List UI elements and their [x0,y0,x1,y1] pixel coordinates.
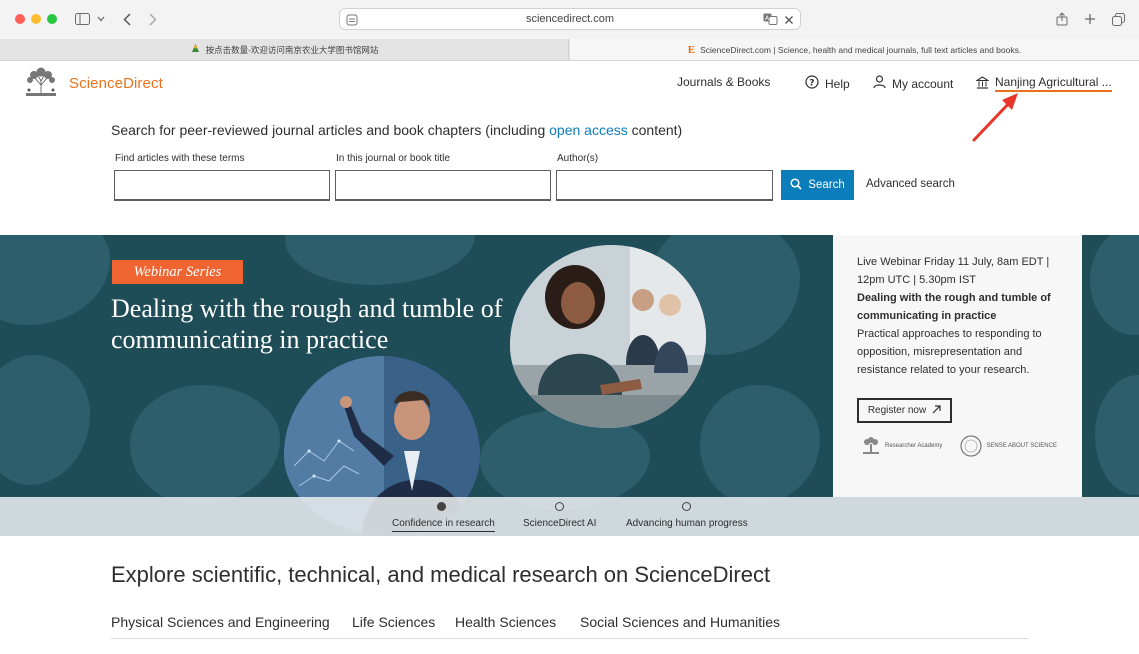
webinar-datetime: Live Webinar Friday 11 July, 8am EDT | 1… [857,256,1050,286]
background-blob [1095,375,1139,495]
subject-social-sciences[interactable]: Social Sciences and Humanities [580,614,780,630]
translate-icon[interactable]: A [763,12,778,30]
tab-label: ScienceDirect.com | Science, health and … [700,44,1022,55]
subject-area-tabs: Physical Sciences and Engineering Life S… [111,613,1029,639]
annotation-arrow [972,93,1018,142]
journal-field-label: In this journal or book title [336,153,450,164]
register-now-button[interactable]: Register now [857,398,952,423]
background-blob [130,385,280,505]
journal-input[interactable] [335,170,551,201]
browser-toolbar: sciencedirect.com A [0,0,1139,39]
close-window-button[interactable] [15,14,25,24]
partner-logos: Researcher Academy SENSE ABOUT SCIENCE [861,435,1057,457]
svg-text:?: ? [809,78,814,88]
tab-bar: 按点击数量-欢迎访问南京农业大学图书馆网站 E ScienceDirect.co… [0,39,1139,61]
external-link-icon [932,404,941,417]
meeting-photo [510,245,706,428]
researcher-academy-logo: Researcher Academy [861,437,942,455]
subject-life-sciences[interactable]: Life Sciences [352,614,435,630]
background-blob [285,235,475,285]
help-icon: ? [805,75,819,92]
subject-physical-sciences[interactable]: Physical Sciences and Engineering [111,614,330,630]
minimize-window-button[interactable] [31,14,41,24]
webinar-info-text: Live Webinar Friday 11 July, 8am EDT | 1… [857,253,1062,379]
search-icon [790,177,802,193]
person-icon [873,75,886,92]
nav-journals-books[interactable]: Journals & Books [677,75,770,89]
webinar-info-panel: Live Webinar Friday 11 July, 8am EDT | 1… [833,235,1082,497]
nav-label: Journals & Books [677,75,771,89]
register-label: Register now [867,405,927,416]
search-button-label: Search [808,179,845,191]
background-blob [0,235,110,325]
share-icon[interactable] [1054,8,1070,30]
search-heading-text: Search for peer-reviewed journal article… [111,122,550,138]
banner-carousel-nav: Confidence in research ScienceDirect AI … [0,497,1139,536]
sciencedirect-logo-text[interactable]: ScienceDirect [69,75,163,92]
subject-health-sciences[interactable]: Health Sciences [455,614,556,630]
chevron-down-icon[interactable] [95,8,107,30]
url-text: sciencedirect.com [525,13,615,25]
library-favicon-icon [190,43,201,56]
carousel-dot-3[interactable] [682,502,691,511]
background-blob [0,355,90,485]
author-input[interactable] [556,170,773,201]
nav-help[interactable]: ? Help [805,75,850,92]
tab-label: 按点击数量-欢迎访问南京农业大学图书馆网站 [205,44,379,55]
elsevier-favicon-icon: E [687,43,696,56]
webinar-title: Dealing with the rough and tumble of com… [857,292,1051,322]
carousel-label-1[interactable]: Confidence in research [392,518,495,532]
webinar-banner: Webinar Series Dealing with the rough an… [0,235,1139,536]
carousel-label-2[interactable]: ScienceDirect AI [523,518,596,529]
sense-about-science-logo: SENSE ABOUT SCIENCE [960,435,1057,457]
webinar-series-tag: Webinar Series [112,260,243,284]
webinar-description: Practical approaches to responding to op… [857,328,1042,376]
terms-input[interactable] [114,170,330,201]
nav-label: Help [825,76,850,91]
background-blob [700,385,820,505]
sidebar-icon[interactable] [72,8,92,30]
zoom-window-button[interactable] [47,14,57,24]
search-heading-text-end: content) [627,122,683,138]
carousel-dot-1[interactable] [437,502,446,511]
background-blob [1090,235,1139,335]
back-icon[interactable] [120,8,134,30]
nav-label: My account [892,76,954,91]
terms-field-label: Find articles with these terms [115,153,245,164]
new-tab-icon[interactable] [1082,8,1098,30]
elsevier-tree-logo[interactable] [24,67,58,97]
partner-name: SENSE ABOUT SCIENCE [986,443,1057,449]
explore-heading: Explore scientific, technical, and medic… [111,562,771,587]
forward-icon[interactable] [146,8,160,30]
search-button[interactable]: Search [781,170,854,200]
banner-headline: Dealing with the rough and tumble of com… [111,294,503,354]
open-access-link[interactable]: open access [549,122,628,138]
author-field-label: Author(s) [557,153,599,164]
carousel-dot-2[interactable] [555,502,564,511]
tab-library[interactable]: 按点击数量-欢迎访问南京农业大学图书馆网站 [0,39,569,60]
tab-sciencedirect[interactable]: E ScienceDirect.com | Science, health an… [570,39,1139,60]
tab-overview-icon[interactable] [1110,8,1126,30]
nav-my-account[interactable]: My account [873,75,953,92]
address-bar[interactable]: sciencedirect.com A [339,8,801,30]
close-icon[interactable] [784,12,794,30]
carousel-label-3[interactable]: Advancing human progress [626,518,748,529]
search-heading: Search for peer-reviewed journal article… [111,122,682,138]
advanced-search-link[interactable]: Advanced search [866,178,955,190]
partner-name: Researcher Academy [885,443,943,449]
